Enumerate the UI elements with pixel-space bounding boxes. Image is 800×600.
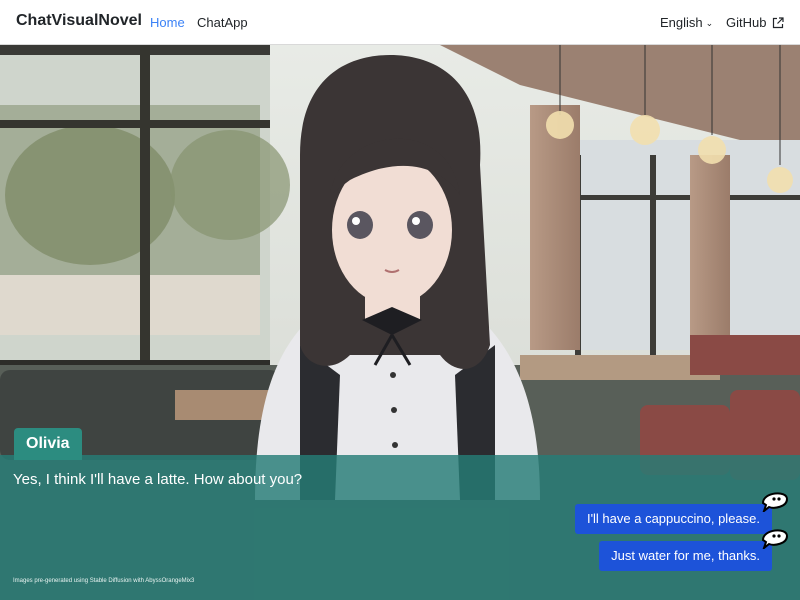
speaker-name-tag: Olivia — [14, 428, 82, 460]
language-dropdown[interactable]: English ⌄ — [660, 15, 713, 30]
image-credit: Images pre-generated using Stable Diffus… — [13, 578, 195, 584]
github-link[interactable]: GitHub — [726, 15, 785, 30]
github-label: GitHub — [726, 15, 767, 30]
chevron-down-icon: ⌄ — [705, 18, 714, 28]
nav-link-home[interactable]: Home — [150, 15, 185, 30]
brand-logo[interactable]: ChatVisualNovel — [16, 12, 142, 30]
language-label: English — [660, 15, 703, 30]
speech-bubble-icon — [761, 492, 789, 512]
nav-link-chatapp[interactable]: ChatApp — [197, 15, 248, 30]
reply-option-water[interactable]: Just water for me, thanks. — [599, 541, 772, 571]
reply-option-cappuccino[interactable]: I'll have a cappuccino, please. — [574, 504, 772, 534]
external-link-icon — [773, 17, 785, 29]
speech-bubble-icon — [761, 529, 789, 549]
top-navbar: ChatVisualNovel Home ChatApp English ⌄ Gi… — [0, 0, 800, 45]
dialog-text: Yes, I think I'll have a latte. How abou… — [13, 471, 303, 488]
